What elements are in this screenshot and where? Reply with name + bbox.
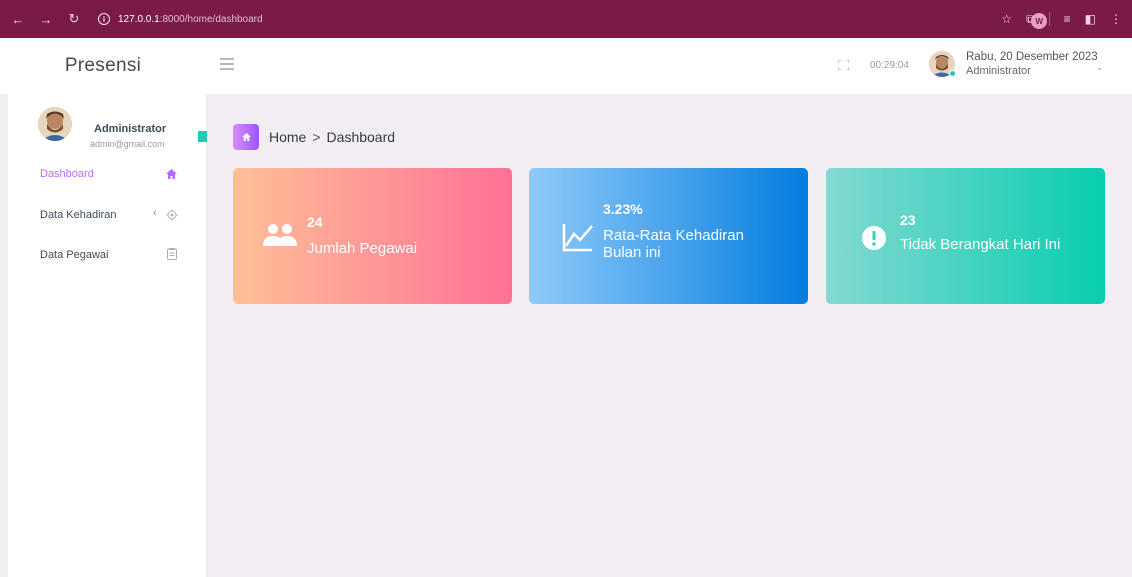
browser-actions: ☆ ⧉ ≡ ◧ W ⋮ — [1001, 0, 1122, 38]
alert-circle-icon — [862, 226, 886, 250]
stat-value: 3.23% — [603, 201, 643, 217]
stat-label: Tidak Berangkat Hari Ini — [900, 236, 1061, 253]
bookmark-check-icon — [198, 131, 207, 142]
stat-label-line2: Bulan ini — [603, 244, 661, 261]
sidebar-item-label: Data Pegawai — [40, 249, 109, 261]
breadcrumb: Home > Dashboard — [269, 129, 395, 145]
home-icon — [166, 169, 177, 179]
sidebar-item-label: Dashboard — [40, 168, 94, 180]
url-path: :8000/home/dashboard — [159, 13, 263, 25]
browser-nav: ← → ↻ — [0, 11, 82, 27]
user-role: Administrator — [966, 65, 1031, 77]
breadcrumb-home-icon[interactable] — [233, 124, 259, 150]
stat-value: 24 — [307, 214, 323, 230]
forward-icon[interactable]: → — [38, 12, 54, 27]
brand-logo[interactable]: Presensi — [0, 38, 206, 94]
menu-toggle-icon[interactable] — [220, 58, 234, 73]
chevron-left-icon[interactable]: ‹ — [153, 207, 157, 219]
profile-name: Administrator — [94, 123, 167, 135]
reload-icon[interactable]: ↻ — [66, 11, 82, 27]
profile-avatar — [38, 107, 72, 141]
breadcrumb-home[interactable]: Home — [269, 129, 306, 145]
chevron-down-icon[interactable]: ⌄ — [1096, 62, 1104, 73]
toolbar-separator — [1048, 12, 1050, 26]
sidebar-item-data-kehadiran[interactable]: Data Kehadiran — [40, 209, 116, 221]
profile-email: admin@gmail.com — [90, 139, 165, 149]
stat-value: 23 — [900, 212, 916, 228]
stat-card-attendance: 3.23% Rata-Rata Kehadiran Bulan ini — [529, 168, 808, 304]
contact-card-icon — [167, 248, 177, 260]
stat-card-absent: 23 Tidak Berangkat Hari Ini — [826, 168, 1105, 304]
address-bar[interactable]: i 127.0.0.1:8000/home/dashboard — [98, 13, 263, 25]
side-panel-icon[interactable]: ◧ — [1085, 12, 1096, 26]
sidebar-item-label: Data Kehadiran — [40, 209, 117, 221]
browser-menu-icon[interactable]: ⋮ — [1110, 12, 1122, 26]
breadcrumb-separator: > — [312, 129, 321, 145]
reading-list-icon[interactable]: ≡ — [1064, 12, 1071, 26]
bookmark-star-icon[interactable]: ☆ — [1001, 12, 1012, 26]
breadcrumb-current: Dashboard — [326, 129, 396, 145]
current-date: Rabu, 20 Desember 2023 — [966, 51, 1098, 63]
app-header: Presensi 00:29:04 Rabu, 20 Desember 2023… — [0, 38, 1132, 94]
clock-display: 00:29:04 — [870, 60, 909, 71]
url-host: 127.0.0.1 — [118, 13, 160, 25]
site-info-icon[interactable]: i — [98, 13, 110, 25]
users-icon — [263, 224, 297, 246]
sidebar: Administrator admin@gmail.com Dashboard … — [8, 94, 207, 577]
sidebar-item-dashboard[interactable]: Dashboard — [40, 168, 94, 180]
crosshair-icon — [166, 209, 178, 221]
stat-card-employees: 24 Jumlah Pegawai — [233, 168, 512, 304]
sidebar-item-data-pegawai[interactable]: Data Pegawai — [40, 249, 109, 261]
browser-profile-avatar[interactable]: W — [1031, 13, 1048, 29]
stat-label-line1: Rata-Rata Kehadiran — [603, 227, 744, 244]
stat-label: Jumlah Pegawai — [307, 240, 418, 257]
fullscreen-icon[interactable] — [838, 60, 849, 70]
browser-toolbar: ← → ↻ i 127.0.0.1:8000/home/dashboard ☆ … — [0, 0, 1132, 38]
online-status-dot — [949, 70, 956, 77]
chart-line-icon — [562, 224, 593, 252]
back-icon[interactable]: ← — [10, 12, 26, 27]
